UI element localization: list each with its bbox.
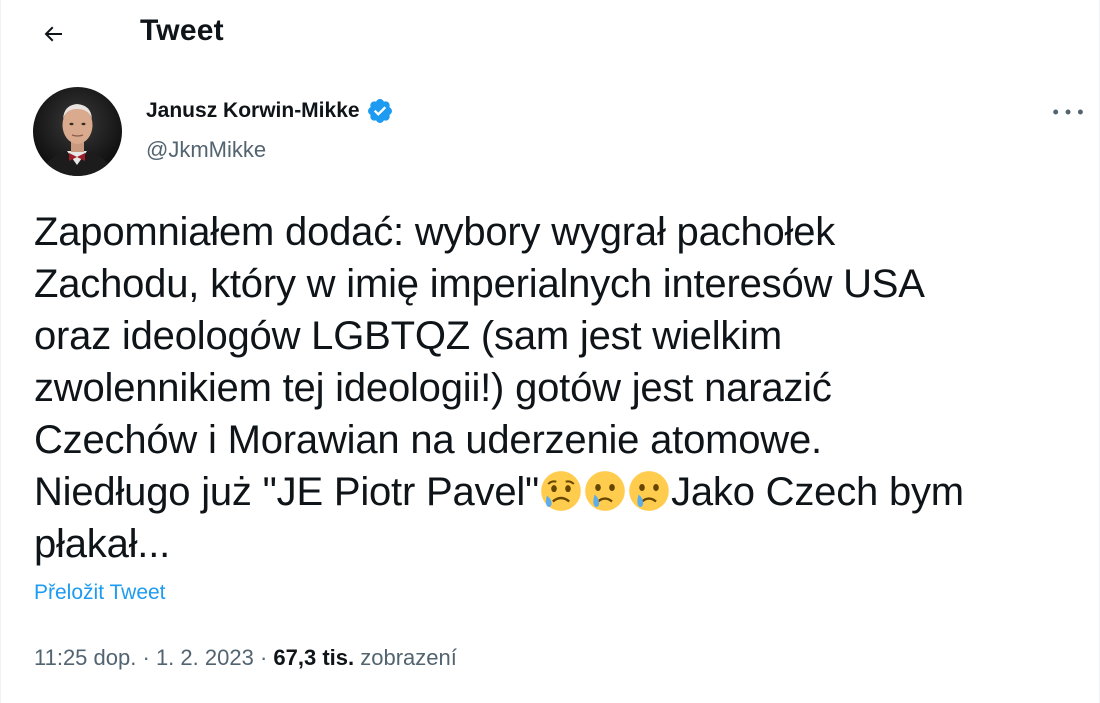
crying-face-emoji-icon: [584, 470, 626, 512]
tweet-line: Niedługo już "JE Piotr Pavel" Jako Czech…: [34, 466, 1084, 518]
author-name[interactable]: Janusz Korwin-Mikke: [146, 99, 360, 123]
header: Tweet: [1, 0, 1099, 66]
tweet-line: Zachodu, który w imię imperialnych inter…: [34, 262, 925, 306]
meta-separator: ·: [142, 645, 150, 670]
views-label: zobrazení: [360, 645, 457, 670]
sad-sweat-face-emoji-icon: [540, 470, 582, 512]
tweet-line: Czechów i Morawian na uderzenie atomowe.: [34, 418, 822, 462]
tweet-line: zwolennikiem tej ideologii!) gotów jest …: [34, 366, 832, 410]
tweet-date[interactable]: 1. 2. 2023: [156, 645, 254, 670]
tweet-line: Zapomniałem dodać: wybory wygrał pachołe…: [34, 210, 836, 254]
arrow-left-icon: [44, 26, 62, 42]
tweet-metadata: 11:25 dop. · 1. 2. 2023 · 67,3 tis. zobr…: [34, 645, 457, 671]
views-count: 67,3 tis.: [273, 645, 355, 670]
verified-badge-icon[interactable]: [366, 97, 394, 125]
back-button[interactable]: [31, 12, 75, 56]
avatar[interactable]: [33, 87, 122, 176]
more-horizontal-icon: [1053, 109, 1083, 115]
crying-face-emoji-icon: [628, 470, 670, 512]
avatar-photo: [33, 87, 122, 176]
translate-tweet-link[interactable]: Přeložit Tweet: [34, 581, 166, 605]
tweet-text-segment: Niedługo już "JE Piotr Pavel": [34, 470, 540, 514]
more-options-button[interactable]: [1047, 94, 1091, 130]
tweet-time[interactable]: 11:25 dop.: [34, 645, 136, 670]
author-handle[interactable]: @JkmMikke: [146, 137, 266, 163]
tweet-line: oraz ideologów LGBTQZ (sam jest wielkim: [34, 314, 782, 358]
tweet-line: płakał...: [34, 522, 171, 566]
page-title: Tweet: [140, 14, 224, 47]
meta-separator: ·: [259, 645, 268, 670]
tweet-page: Tweet Janusz Korwin-Mikke @JkmMikke Zapo…: [0, 0, 1100, 703]
tweet-text: Zapomniałem dodać: wybory wygrał pachołe…: [34, 206, 1084, 570]
author-name-row: Janusz Korwin-Mikke: [146, 97, 394, 125]
tweet-text-segment: Jako Czech bym: [671, 470, 964, 514]
